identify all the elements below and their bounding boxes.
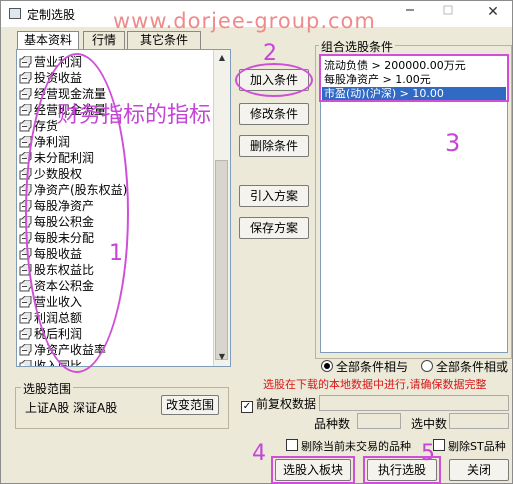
- range-markets: 上证A股 深证A股: [25, 401, 118, 415]
- title-bar: 定制选股 www.dorjee-group.com ✕: [1, 1, 512, 33]
- annotation-number-4: 4: [252, 441, 266, 466]
- annotation-number-3: 3: [445, 129, 461, 157]
- indicator-icon: [19, 55, 32, 68]
- exclude-untraded-label: 剔除当前未交易的品种: [301, 440, 411, 453]
- radio-or-icon[interactable]: [421, 360, 433, 372]
- indicator-icon: [19, 327, 32, 340]
- selected-count-field: [449, 413, 509, 429]
- app-icon: [9, 8, 21, 19]
- front-adjust-label: 前复权数据: [256, 397, 317, 411]
- indicator-icon: [19, 311, 32, 324]
- watermark: www.dorjee-group.com: [113, 9, 376, 33]
- front-adjust-check-icon[interactable]: ✓: [241, 401, 253, 413]
- annotation-oval-add: [235, 63, 313, 97]
- annotation-note: 财务指标的指标: [57, 103, 212, 128]
- indicator-icon: [19, 359, 32, 366]
- tab-other-conditions[interactable]: 其它条件: [127, 31, 201, 49]
- tab-quotes[interactable]: 行情: [83, 31, 125, 49]
- window-title: 定制选股: [27, 8, 76, 22]
- modify-condition-button[interactable]: 修改条件: [239, 103, 309, 125]
- front-adjust-field: [319, 395, 509, 411]
- radio-and-label: 全部条件相与: [336, 360, 409, 374]
- scroll-down-icon[interactable]: ▼: [216, 350, 228, 364]
- scroll-up-icon[interactable]: ▲: [216, 51, 228, 65]
- front-adjust-checkbox[interactable]: ✓ 前复权数据: [241, 395, 316, 413]
- indicator-scrollbar[interactable]: ▲ ▼: [213, 50, 230, 366]
- exclude-untraded-check-icon[interactable]: [286, 439, 298, 451]
- indicator-icon: [19, 295, 32, 308]
- indicator-icon: [19, 343, 32, 356]
- indicator-icon: [19, 87, 32, 100]
- total-count-field: [357, 413, 401, 429]
- scroll-thumb[interactable]: [215, 160, 228, 360]
- indicator-icon: [19, 103, 32, 116]
- exclude-st-checkbox[interactable]: 剔除ST品种: [433, 438, 506, 454]
- change-range-button[interactable]: 改变范围: [161, 395, 219, 415]
- delete-condition-button[interactable]: 删除条件: [239, 135, 309, 157]
- exclude-untraded-checkbox[interactable]: 剔除当前未交易的品种: [286, 438, 411, 454]
- exclude-st-label: 剔除ST品种: [448, 440, 506, 453]
- annotation-rect-conditions: [319, 54, 509, 102]
- radio-or-label: 全部条件相或: [436, 360, 509, 374]
- import-scheme-button[interactable]: 引入方案: [239, 185, 309, 207]
- logic-radio-and[interactable]: 全部条件相与: [321, 358, 408, 375]
- annotation-number-1: 1: [109, 241, 123, 266]
- custom-stock-screener-window: 定制选股 www.dorjee-group.com ✕ 基本资料 行情 其它条件…: [0, 0, 513, 484]
- maximize-icon[interactable]: [434, 4, 462, 22]
- conditions-group-label: 组合选股条件: [319, 38, 396, 55]
- close-icon[interactable]: ✕: [479, 4, 507, 22]
- save-scheme-button[interactable]: 保存方案: [239, 217, 309, 239]
- total-count-label: 品种数: [314, 417, 351, 431]
- annotation-rect-block: [271, 456, 355, 484]
- range-group-label: 选股范围: [21, 380, 74, 397]
- annotation-rect-execute: [363, 456, 441, 484]
- minimize-icon[interactable]: [396, 4, 424, 22]
- logic-radio-or[interactable]: 全部条件相或: [421, 358, 508, 375]
- close-button[interactable]: 关闭: [449, 459, 509, 481]
- local-data-notice: 选股在下载的本地数据中进行,请确保数据完整: [263, 378, 487, 391]
- tab-basic-info[interactable]: 基本资料: [17, 31, 79, 49]
- indicator-icon: [19, 119, 32, 132]
- radio-and-icon[interactable]: [321, 360, 333, 372]
- indicator-icon: [19, 71, 32, 84]
- selected-count-label: 选中数: [411, 417, 448, 431]
